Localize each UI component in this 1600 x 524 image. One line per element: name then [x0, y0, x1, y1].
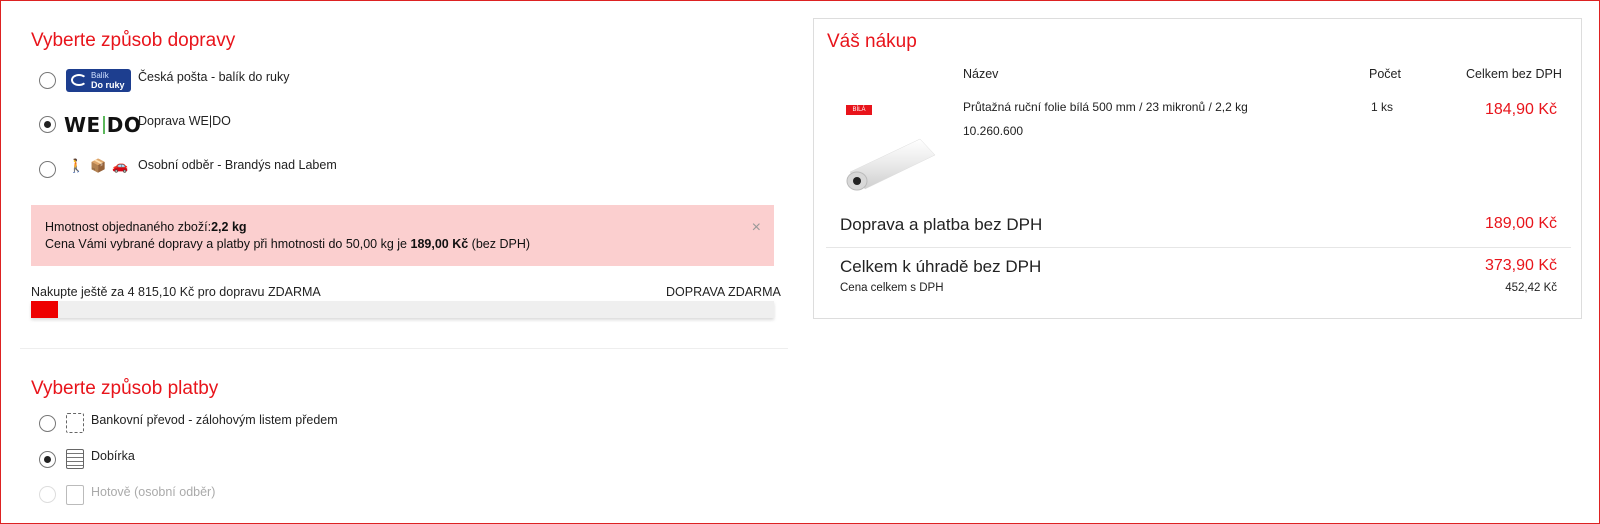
alert-price-suffix: (bez DPH): [468, 237, 531, 251]
pickup-icons: 🚶 📦 🚗: [68, 158, 129, 174]
total-label: Celkem k úhradě bez DPH: [840, 257, 1042, 276]
bank-transfer-icon: [66, 413, 84, 433]
total-value: 373,90 Kč: [1484, 257, 1557, 274]
payment-radio-bank-transfer[interactable]: [39, 415, 56, 432]
wedo-logo-right: DO: [106, 113, 142, 137]
free-shipping-goal-text: DOPRAVA ZDARMA: [666, 285, 781, 299]
wedo-logo: WE DO: [64, 113, 141, 137]
summary-divider: [826, 247, 1571, 248]
alert-price-prefix: Cena Vámi vybrané dopravy a platby při h…: [45, 237, 411, 251]
delivery-title: Vyberte způsob dopravy: [31, 30, 236, 51]
cart-item-code: 10.260.600: [963, 124, 1024, 138]
cart-title: Váš nákup: [827, 31, 917, 52]
section-divider: [20, 348, 788, 349]
cart-header-name: Název: [963, 67, 999, 81]
color-badge: BÍLÁ: [846, 105, 872, 115]
delivery-radio-osobni-odber[interactable]: [39, 161, 56, 178]
alert-price-line: Cena Vámi vybrané dopravy a platby při h…: [45, 237, 530, 251]
alert-close-icon[interactable]: ×: [752, 219, 761, 237]
balik-do-ruky-logo: Balík Do ruky: [66, 69, 131, 92]
delivery-radio-ceska-posta[interactable]: [39, 72, 56, 89]
delivery-label-ceska-posta[interactable]: Česká pošta - balík do ruky: [138, 70, 289, 84]
wedo-logo-bar: [102, 116, 105, 134]
cart-header-qty: Počet: [1369, 67, 1401, 81]
cart-item-name[interactable]: Průtažná ruční folie bílá 500 mm / 23 mi…: [963, 100, 1248, 114]
payment-label-bank-transfer[interactable]: Bankovní převod - zálohovým listem přede…: [91, 413, 338, 427]
cart-item-qty: 1 ks: [1371, 100, 1394, 114]
free-shipping-progress-bar: [31, 301, 774, 318]
alert-weight-line: Hmotnost objednaného zboží:2,2 kg: [45, 220, 247, 234]
cart-header-total: Celkem bez DPH: [1466, 67, 1562, 81]
payment-title: Vyberte způsob platby: [31, 378, 219, 399]
payment-radio-dobirka[interactable]: [39, 451, 56, 468]
package-icon: 📦: [90, 158, 107, 173]
payment-radio-hotove[interactable]: [39, 486, 56, 503]
cart-item-price: 184,90 Kč: [1484, 101, 1557, 118]
alert-weight-value: 2,2 kg: [211, 220, 247, 234]
delivery-label-osobni-odber[interactable]: Osobní odběr - Brandýs nad Labem: [138, 158, 337, 172]
delivery-label-wedo[interactable]: Doprava WE|DO: [138, 114, 231, 128]
alert-weight-prefix: Hmotnost objednaného zboží:: [45, 220, 212, 234]
wallet-icon: [66, 485, 84, 505]
shipping-payment-value: 189,00 Kč: [1484, 215, 1557, 232]
free-shipping-progress-fill: [31, 301, 59, 318]
total-vat-label: Cena celkem s DPH: [840, 282, 944, 294]
product-image[interactable]: [840, 127, 940, 202]
free-shipping-remaining-text: Nakupte ještě za 4 815,10 Kč pro dopravu…: [31, 285, 321, 299]
shipping-weight-alert: Hmotnost objednaného zboží:2,2 kg Cena V…: [31, 205, 774, 266]
document-icon: [66, 449, 84, 469]
payment-label-dobirka[interactable]: Dobírka: [91, 449, 135, 463]
total-vat-value: 452,42 Kč: [1505, 282, 1557, 294]
shipping-payment-label: Doprava a platba bez DPH: [840, 215, 1043, 234]
balik-logo-line1: Balík: [91, 71, 109, 80]
payment-label-hotove[interactable]: Hotově (osobní odběr): [91, 485, 215, 499]
cart-summary-panel: Váš nákup Název Počet Celkem bez DPH BÍL…: [813, 18, 1582, 319]
post-horn-icon: [71, 74, 87, 86]
person-carry-icon: 🚶: [68, 158, 85, 173]
delivery-radio-wedo[interactable]: [39, 116, 56, 133]
alert-price-value: 189,00 Kč: [410, 237, 469, 251]
car-icon: 🚗: [112, 158, 129, 173]
balik-logo-line2: Do ruky: [91, 80, 125, 90]
wedo-logo-left: WE: [64, 113, 101, 137]
